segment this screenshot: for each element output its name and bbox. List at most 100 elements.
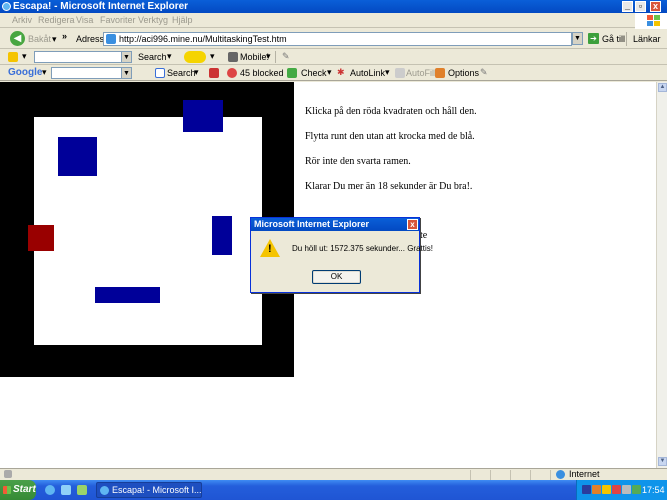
- quicklaunch-app-icon[interactable]: [77, 485, 87, 495]
- menu-redigera[interactable]: Redigera: [38, 15, 75, 25]
- window-title: Escapa! - Microsoft Internet Explorer: [13, 1, 189, 12]
- tray-misc-icon[interactable]: [632, 485, 641, 494]
- autolink-icon: ✱: [337, 67, 345, 77]
- menu-favoriter[interactable]: Favoriter: [100, 15, 136, 25]
- address-toolbar: ◀ Bakåt ▾ » Adress http://aci996.mine.nu…: [0, 29, 667, 49]
- google-toolbar: Google ▾ ▼ Search ▾ 45 blocked Check ▾ ✱…: [0, 65, 667, 81]
- pencil-icon[interactable]: ✎: [282, 51, 290, 62]
- divider: [626, 32, 627, 46]
- dialog-close-button[interactable]: x: [407, 219, 418, 230]
- instruction-1: Klicka på den röda kvadraten och håll de…: [305, 106, 477, 117]
- divider: [275, 51, 276, 63]
- tray-volume-icon[interactable]: [622, 485, 631, 494]
- ok-button[interactable]: OK: [312, 270, 361, 284]
- warning-icon: !: [260, 239, 280, 257]
- links-button[interactable]: Länkar: [633, 34, 661, 44]
- back-label[interactable]: Bakåt: [28, 34, 51, 44]
- system-tray: 17:54: [576, 480, 667, 500]
- tray-app-icon[interactable]: [582, 485, 591, 494]
- toolbar-search-dropdown-icon[interactable]: ▼: [121, 51, 132, 63]
- back-dropdown-icon[interactable]: ▾: [52, 34, 57, 45]
- status-divider: [470, 470, 471, 480]
- options-button[interactable]: Options: [448, 68, 479, 78]
- close-button[interactable]: x: [650, 1, 661, 12]
- windows-logo-icon: [635, 13, 667, 29]
- start-button[interactable]: Start: [0, 480, 36, 500]
- google-search-input[interactable]: [51, 67, 131, 79]
- blue-block-bottom: [95, 287, 160, 303]
- autofill-icon: [395, 68, 405, 78]
- smiley-icon[interactable]: [184, 51, 206, 63]
- google-search-dropdown-icon[interactable]: ▼: [121, 67, 132, 79]
- page-status-icon: [4, 470, 12, 478]
- toolbar-search-field[interactable]: [34, 51, 130, 63]
- autolink-dropdown-icon[interactable]: ▾: [385, 67, 390, 78]
- search-dropdown-icon[interactable]: ▾: [194, 67, 199, 78]
- taskbar: Start Escapa! - Microsoft I... 17:54: [0, 480, 667, 500]
- maximize-button[interactable]: ▫: [635, 1, 646, 12]
- spellcheck-icon: [287, 68, 297, 78]
- popup-blocker-icon: [227, 68, 237, 78]
- check-dropdown-icon[interactable]: ▾: [327, 67, 332, 78]
- minimize-button[interactable]: _: [622, 1, 633, 12]
- autolink-button[interactable]: AutoLink: [350, 68, 385, 78]
- search-dropdown-icon[interactable]: ▾: [167, 51, 172, 62]
- check-button[interactable]: Check: [301, 68, 327, 78]
- address-url: http://aci996.mine.nu/MultitaskingTest.h…: [119, 34, 287, 44]
- google-dropdown-icon[interactable]: ▾: [42, 67, 47, 78]
- menu-hjalp[interactable]: Hjälp: [172, 15, 193, 25]
- taskbar-item-escapa[interactable]: Escapa! - Microsoft I...: [96, 482, 202, 498]
- highlighter-icon[interactable]: ✎: [480, 67, 488, 78]
- ie-logo-icon: [2, 2, 11, 11]
- back-arrow-icon[interactable]: ◀: [10, 31, 25, 46]
- news-icon[interactable]: [209, 68, 219, 78]
- go-button[interactable]: Gå till: [602, 34, 625, 44]
- popup-blocked-count[interactable]: 45 blocked: [240, 68, 284, 78]
- quicklaunch-email-icon[interactable]: [61, 485, 71, 495]
- star-dropdown-icon[interactable]: ▾: [22, 51, 27, 62]
- google-logo[interactable]: Google: [8, 67, 42, 78]
- blue-block-top: [183, 100, 223, 132]
- menu-verktyg[interactable]: Verktyg: [138, 15, 168, 25]
- star-icon[interactable]: [8, 52, 18, 62]
- instruction-3: Rör inte den svarta ramen.: [305, 156, 411, 167]
- status-divider: [510, 470, 511, 480]
- scroll-down-icon[interactable]: ▼: [658, 457, 667, 466]
- tray-alert-icon[interactable]: [602, 485, 611, 494]
- mobile-dropdown-icon[interactable]: ▾: [266, 51, 271, 62]
- dialog-title[interactable]: Microsoft Internet Explorer: [251, 218, 419, 231]
- menu-arkiv[interactable]: Arkiv: [12, 15, 32, 25]
- address-input[interactable]: http://aci996.mine.nu/MultitaskingTest.h…: [103, 32, 572, 46]
- search-toolbar: ▾ ▼ Search ▾ ▾ Mobile! ▾ ✎: [0, 49, 667, 65]
- menu-bar: Arkiv Redigera Visa Favoriter Verktyg Hj…: [0, 13, 667, 28]
- blue-block-right: [212, 216, 232, 255]
- tray-network-icon[interactable]: [592, 485, 601, 494]
- address-label: Adress: [76, 34, 105, 44]
- google-search-icon: [155, 68, 165, 78]
- smiley-dropdown-icon[interactable]: ▾: [210, 51, 215, 62]
- window-title-bar[interactable]: Escapa! - Microsoft Internet Explorer _ …: [0, 0, 667, 13]
- menu-visa[interactable]: Visa: [76, 15, 93, 25]
- ie-taskbar-icon: [100, 486, 109, 495]
- mobile-icon: [228, 52, 238, 62]
- internet-zone-icon: [556, 470, 565, 479]
- vertical-scrollbar[interactable]: ▲ ▼: [656, 82, 667, 468]
- toolbar-search-button[interactable]: Search: [138, 52, 167, 62]
- scroll-up-icon[interactable]: ▲: [658, 83, 667, 92]
- clock[interactable]: 17:54: [642, 485, 665, 495]
- go-arrow-icon[interactable]: ➔: [588, 33, 599, 44]
- dialog-message: Du höll ut: 1572.375 sekunder... Grattis…: [292, 244, 433, 253]
- tray-security-icon[interactable]: [612, 485, 621, 494]
- toolbar-overflow-chevron[interactable]: »: [62, 31, 67, 41]
- red-square[interactable]: [28, 225, 54, 251]
- blue-block-upper-left: [58, 137, 97, 176]
- address-dropdown-icon[interactable]: ▼: [572, 32, 583, 45]
- quicklaunch-ie-icon[interactable]: [45, 485, 55, 495]
- google-search-button[interactable]: Search: [167, 68, 196, 78]
- status-divider: [530, 470, 531, 480]
- instruction-2: Flytta runt den utan att krocka med de b…: [305, 131, 475, 142]
- autofill-button[interactable]: AutoFill: [406, 68, 436, 78]
- windows-flag-icon: [3, 486, 11, 494]
- hidden-text-fragment: te: [420, 230, 428, 241]
- mobile-button[interactable]: Mobile!: [240, 52, 269, 62]
